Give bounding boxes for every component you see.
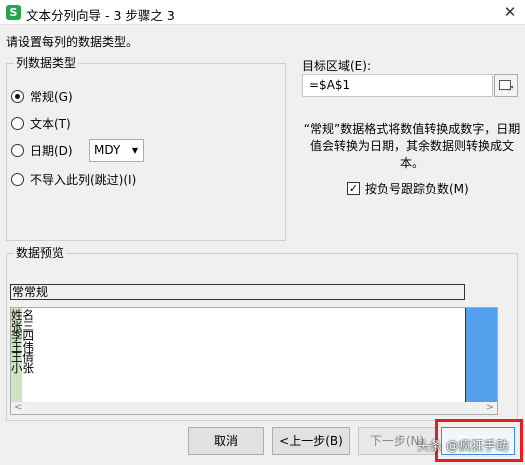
instruction-text: 请设置每列的数据类型。 [6, 35, 139, 49]
radio-skip-label: 不导入此列(跳过)(I) [30, 172, 137, 187]
column-type-legend: 列数据类型 [14, 56, 79, 70]
horizontal-scrollbar[interactable]: < > [11, 402, 497, 414]
radio-skip[interactable]: 不导入此列(跳过)(I) [11, 170, 136, 188]
radio-button-icon[interactable] [11, 89, 24, 103]
negative-sign-label: 按负号跟踪负数(M) [365, 182, 469, 196]
radio-general[interactable]: 常规(G) [11, 87, 73, 105]
target-area-input[interactable]: =$A$1 [302, 74, 493, 97]
back-button[interactable]: <上一步(B) [272, 427, 350, 455]
checkbox-icon[interactable]: ✓ [347, 182, 360, 195]
scroll-right-icon[interactable]: > [486, 402, 494, 414]
cancel-button[interactable]: 取消 [188, 427, 264, 455]
target-area-label: 目标区域(E): [302, 59, 371, 73]
app-logo-icon: S [6, 5, 21, 20]
radio-text[interactable]: 文本(T) [11, 114, 71, 132]
data-preview-legend: 数据预览 [14, 246, 67, 260]
radio-button-icon[interactable] [11, 116, 24, 130]
watermark: 头条 @疯狂手助 [417, 438, 509, 453]
negative-sign-checkbox[interactable]: ✓ 按负号跟踪负数(M) [347, 180, 469, 197]
preview-line: 小张 [11, 360, 34, 375]
preview-content: 姓名 张三 李四 王伟 王倩 小张 [11, 308, 466, 402]
vertical-scrollbar[interactable] [466, 308, 497, 402]
preview-area[interactable]: 姓名 张三 李四 王伟 王倩 小张 < > [10, 307, 498, 415]
close-icon[interactable]: ✕ [495, 0, 525, 25]
radio-date[interactable]: 日期(D) [11, 141, 73, 159]
scroll-left-icon[interactable]: < [14, 402, 22, 414]
vertical-scroll-thumb[interactable] [466, 308, 497, 402]
window-title: 文本分列向导 - 3 步骤之 3 [26, 8, 175, 23]
date-format-select[interactable]: MDY ▼ [89, 139, 144, 162]
radio-button-icon[interactable] [11, 172, 24, 186]
radio-general-label: 常规(G) [30, 89, 73, 104]
radio-date-label: 日期(D) [30, 143, 73, 158]
title-bar: S 文本分列向导 - 3 步骤之 3 ✕ [0, 0, 525, 25]
range-select-button[interactable]: ➚ [494, 74, 518, 97]
date-format-value: MDY [94, 143, 121, 157]
radio-button-icon[interactable] [11, 143, 24, 157]
chevron-down-icon: ▼ [131, 146, 138, 155]
format-description: “常规”数据格式将数值转换成数字，日期值会转换为日期，其余数据则转换成文本。 [303, 122, 521, 170]
cursor-arrow-icon: ➚ [507, 84, 515, 94]
radio-text-label: 文本(T) [30, 116, 71, 131]
preview-lines: 姓名 张三 李四 王伟 王倩 小张 [11, 310, 34, 373]
preview-column-header[interactable]: 常常规 [10, 284, 465, 300]
